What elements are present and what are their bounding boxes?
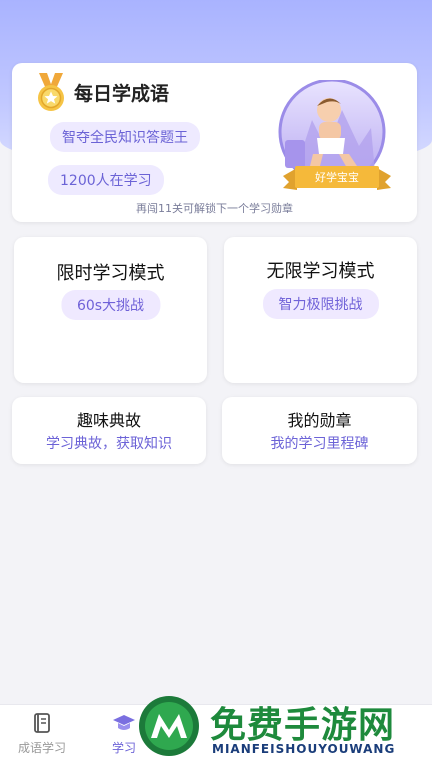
unlimited-mode-pill: 智力极限挑战 xyxy=(262,289,379,319)
quiz-king-pill: 智夺全民知识答题王 xyxy=(50,122,200,152)
my-medals-subtitle: 我的学习里程碑 xyxy=(270,436,369,452)
fun-stories-title: 趣味典故 xyxy=(76,411,141,430)
tab-idiom-learning-label: 成语学习 xyxy=(17,741,66,755)
fun-stories-subtitle: 学习典故，获取知识 xyxy=(46,436,172,452)
unlimited-mode-title: 无限学习模式 xyxy=(266,261,375,282)
unlock-tip: 再闯11关可解锁下一个学习勋章 xyxy=(136,202,293,215)
daily-idiom-card[interactable]: 每日学成语 智夺全民知识答题王 1200人在学习 再闯11关可解锁下一个学习勋章… xyxy=(12,63,417,222)
fun-stories-card[interactable]: 趣味典故 学习典故，获取知识 xyxy=(12,397,206,464)
good-learner-badge: 好学宝宝 xyxy=(278,80,391,190)
watermark-subtext: MIANFEISHOUYOUWANG xyxy=(212,742,396,756)
medal-icon xyxy=(38,73,64,111)
watermark-text: 免费手游网 xyxy=(210,705,396,746)
watermark-logo xyxy=(139,696,199,756)
book-icon xyxy=(34,713,50,733)
timed-mode-title: 限时学习模式 xyxy=(56,263,165,284)
timed-mode-card[interactable]: 限时学习模式 60s大挑战 xyxy=(14,237,207,383)
site-watermark: 免费手游网 MIANFEISHOUYOUWANG xyxy=(132,688,432,768)
badge-ribbon-text: 好学宝宝 xyxy=(315,170,359,184)
my-medals-title: 我的勋章 xyxy=(287,411,352,430)
learners-count-pill: 1200人在学习 xyxy=(48,165,164,195)
tab-idiom-learning[interactable]: 成语学习 xyxy=(14,711,70,756)
my-medals-card[interactable]: 我的勋章 我的学习里程碑 xyxy=(222,397,417,464)
unlimited-mode-card[interactable]: 无限学习模式 智力极限挑战 xyxy=(224,237,417,383)
timed-mode-pill: 60s大挑战 xyxy=(60,290,161,320)
daily-idiom-title: 每日学成语 xyxy=(74,83,170,105)
